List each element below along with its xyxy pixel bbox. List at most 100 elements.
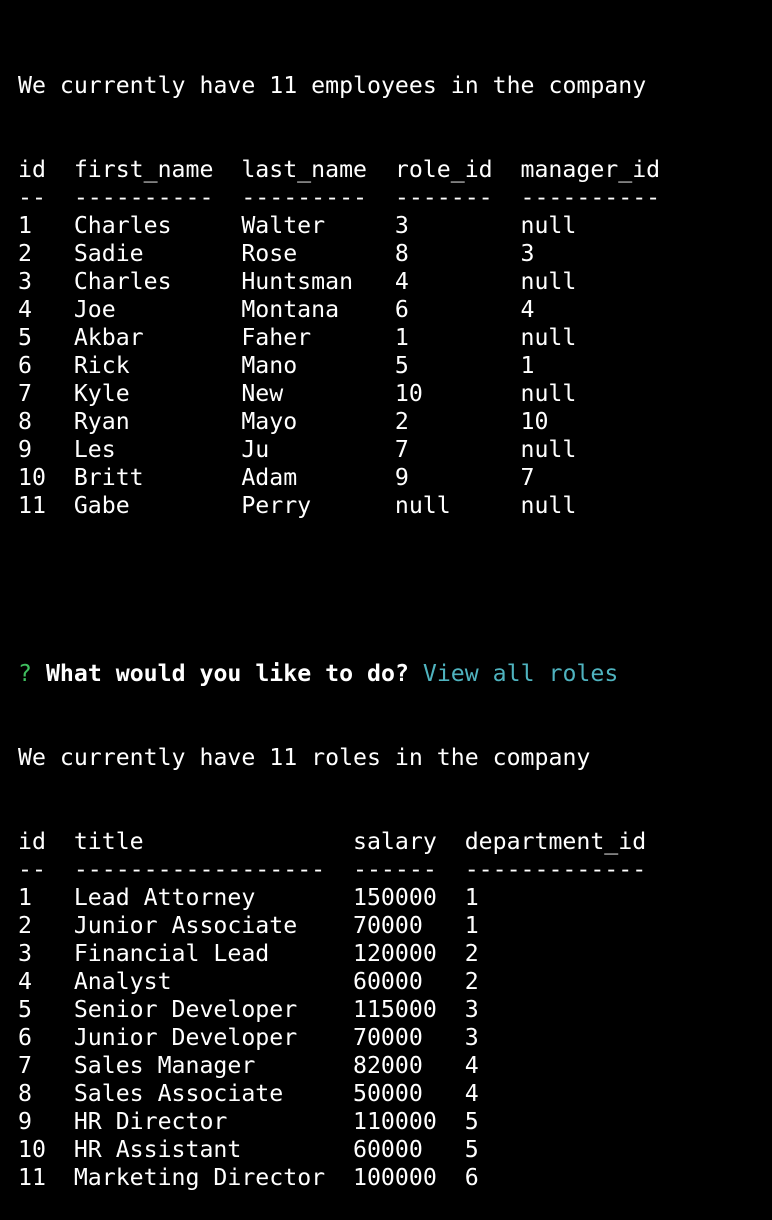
employee-table: id first_name last_name role_id manager_id --… [18,156,772,520]
role-table: id title salary department_id -- ------------… [18,828,772,1192]
employee-row: 1 Charles Walter 3 null [18,212,772,240]
role-title-cell: title [73,828,144,855]
role-row: 8 Sales Associate 50000 4 [18,1080,772,1108]
role-id-cell: id [18,828,46,855]
role-department-id-cell: 2 [464,968,479,995]
employee-row: 4 Joe Montana 6 4 [18,296,772,324]
prompt-answer: View all roles [422,660,619,687]
employee-id-cell: 4 [18,296,32,323]
role-id-cell: 11 [18,1164,46,1191]
employee-manager-id-cell: 1 [520,352,535,379]
employee-role-id-cell: 10 [394,380,423,407]
employee-manager-id-cell: 4 [520,296,535,323]
employee-last-name-cell: Montana [241,296,340,323]
employee-id-cell: 7 [18,380,32,407]
role-id-cell: 1 [18,884,32,911]
employee-last-name-cell: Rose [241,240,298,267]
employee-manager-id-cell: null [520,380,577,407]
employee-last-name-cell: Mayo [241,408,298,435]
employee-header-row: id first_name last_name role_id manager_id [18,156,772,184]
role-salary-cell: ------ [353,856,437,883]
role-salary-cell: salary [353,828,437,855]
employee-last-name-cell: --------- [241,184,367,211]
employee-manager-id-cell: null [520,268,577,295]
employee-role-id-cell: null [394,492,451,519]
employee-first-name-cell: Sadie [73,240,144,267]
role-id-cell: 10 [18,1136,46,1163]
role-id-cell: 5 [18,996,32,1023]
role-id-cell: 6 [18,1024,32,1051]
employee-manager-id-cell: manager_id [520,156,661,183]
role-title-cell: HR Assistant [73,1136,242,1163]
prompt-marker: ? [18,660,32,687]
employee-role-id-cell: 2 [394,408,409,435]
employee-row: 8 Ryan Mayo 2 10 [18,408,772,436]
employee-role-id-cell: 9 [394,464,409,491]
employee-id-cell: 1 [18,212,32,239]
role-id-cell: 8 [18,1080,32,1107]
role-id-cell: -- [18,856,46,883]
employee-id-cell: 9 [18,436,32,463]
employee-id-cell: 5 [18,324,32,351]
role-title-cell: Junior Associate [73,912,298,939]
role-department-id-cell: 3 [464,996,479,1023]
role-title-cell: Financial Lead [73,940,270,967]
employee-first-name-cell: Rick [73,352,130,379]
employee-manager-id-cell: null [520,212,577,239]
employee-manager-id-cell: null [520,492,577,519]
employee-row: 3 Charles Huntsman 4 null [18,268,772,296]
role-row: 7 Sales Manager 82000 4 [18,1052,772,1080]
employee-manager-id-cell: 10 [520,408,549,435]
role-salary-cell: 150000 [353,884,437,911]
employee-row: 11 Gabe Perry null null [18,492,772,520]
employee-role-id-cell: 4 [394,268,409,295]
employee-id-cell: 8 [18,408,32,435]
role-title-cell: ------------------ [73,856,326,883]
role-row: 9 HR Director 110000 5 [18,1108,772,1136]
employee-last-name-cell: New [241,380,284,407]
employee-row: 7 Kyle New 10 null [18,380,772,408]
employee-role-id-cell: 3 [394,212,409,239]
employee-row: 9 Les Ju 7 null [18,436,772,464]
employee-first-name-cell: Charles [73,212,172,239]
role-id-cell: 4 [18,968,32,995]
role-row: 1 Lead Attorney 150000 1 [18,884,772,912]
role-title-cell: Analyst [73,968,172,995]
employee-row: 2 Sadie Rose 8 3 [18,240,772,268]
role-department-id-cell: 5 [464,1108,479,1135]
role-department-id-cell: 4 [464,1052,479,1079]
role-salary-cell: 60000 [353,1136,423,1163]
employee-role-id-cell: 1 [394,324,409,351]
role-salary-cell: 70000 [353,912,423,939]
employee-first-name-cell: Akbar [73,324,144,351]
role-salary-cell: 110000 [353,1108,437,1135]
employee-first-name-cell: ---------- [73,184,214,211]
employee-role-id-cell: 8 [394,240,409,267]
role-department-id-cell: ------------- [464,856,647,883]
employee-manager-id-cell: null [520,324,577,351]
employee-manager-id-cell: null [520,436,577,463]
employee-manager-id-cell: 7 [520,464,535,491]
employee-first-name-cell: Kyle [73,380,130,407]
role-row: 10 HR Assistant 60000 5 [18,1136,772,1164]
role-department-id-cell: department_id [464,828,647,855]
role-department-id-cell: 6 [464,1164,479,1191]
employee-role-id-cell: 5 [394,352,409,379]
role-salary-cell: 60000 [353,968,423,995]
employee-separator-row: -- ---------- --------- ------- ---------- [18,184,772,212]
employee-last-name-cell: Mano [241,352,298,379]
role-summary: We currently have 11 roles in the compan… [18,744,591,771]
role-salary-cell: 82000 [353,1052,423,1079]
role-department-id-cell: 5 [464,1136,479,1163]
employee-id-cell: id [18,156,46,183]
terminal-output: We currently have 11 employees in the co… [0,0,772,1191]
role-row: 4 Analyst 60000 2 [18,968,772,996]
employee-id-cell: 11 [18,492,46,519]
employee-first-name-cell: Joe [73,296,116,323]
employee-first-name-cell: Charles [73,268,172,295]
role-salary-cell: 100000 [353,1164,437,1191]
employee-manager-id-cell: ---------- [520,184,661,211]
role-title-cell: Sales Manager [73,1052,256,1079]
employee-row: 10 Britt Adam 9 7 [18,464,772,492]
